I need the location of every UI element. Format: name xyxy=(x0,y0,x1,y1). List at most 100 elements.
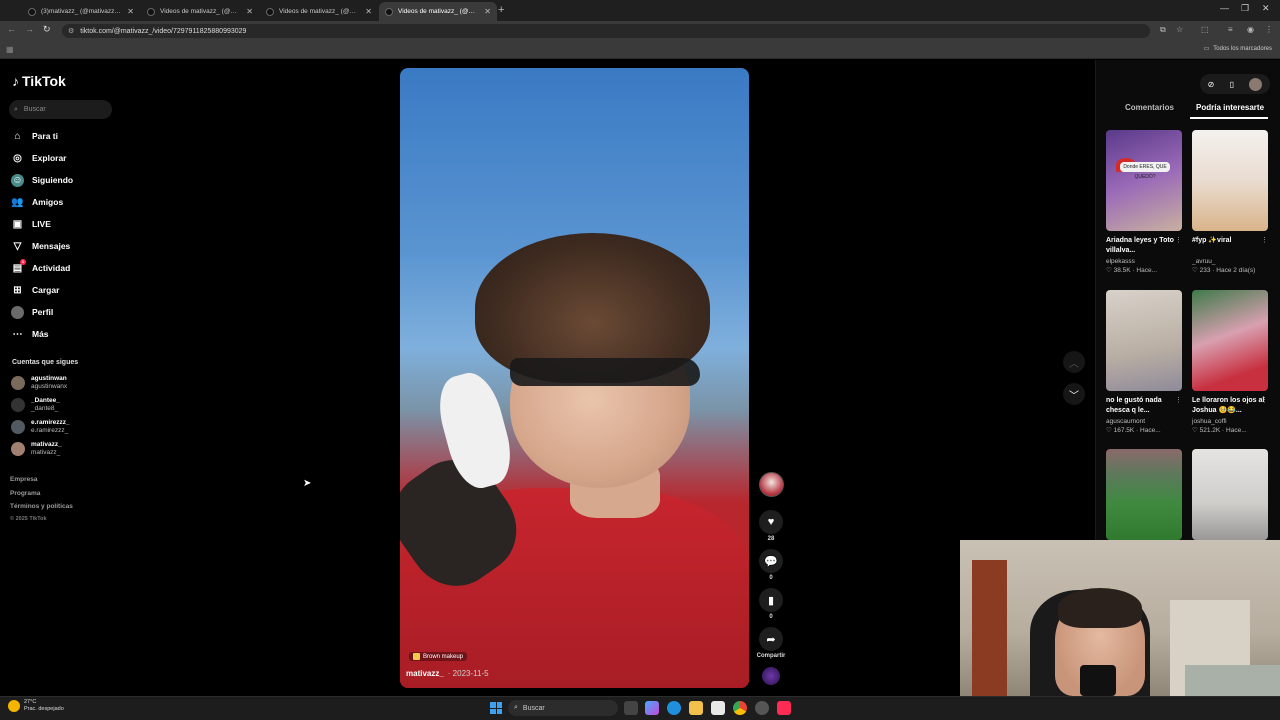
tab-comentarios[interactable]: Comentarios xyxy=(1125,103,1174,112)
tab-podria-interesarte[interactable]: Podría interesarte xyxy=(1196,103,1264,112)
nav-item-cargar[interactable]: ⊞ Cargar xyxy=(11,283,59,297)
creator-avatar[interactable] xyxy=(759,472,784,497)
weather-widget[interactable]: 27°C Prac. despejado xyxy=(8,699,64,713)
footer-link-terminos[interactable]: Términos y políticas xyxy=(10,503,73,510)
store-icon[interactable] xyxy=(711,701,725,715)
share-icon[interactable]: ➦ xyxy=(759,627,783,651)
recommended-video-card[interactable]: Le lloraron los ojos al Joshua 🥺😂... jos… xyxy=(1192,290,1268,434)
extensions-icon[interactable]: ⬚ xyxy=(1201,25,1209,34)
top-right-controls: ⊘ ▯ xyxy=(1200,74,1270,94)
card-user[interactable]: aguscaumont xyxy=(1106,418,1182,425)
task-view-icon[interactable] xyxy=(624,701,638,715)
search-input[interactable]: ⌕ Buscar xyxy=(9,100,112,119)
close-tab-icon[interactable]: ✕ xyxy=(365,7,372,16)
close-tab-icon[interactable]: ✕ xyxy=(246,7,253,16)
save-action[interactable]: ▮ 0 xyxy=(759,588,783,620)
app-icon[interactable] xyxy=(755,701,769,715)
following-account[interactable]: e.ramirezzz_ e.ramirezzz_ xyxy=(11,419,70,435)
card-user[interactable]: joshua_coffi xyxy=(1192,418,1268,425)
menu-dots-icon[interactable]: ⋮ xyxy=(1265,25,1273,34)
heart-icon[interactable]: ♥ xyxy=(759,510,783,534)
windows-start-icon[interactable] xyxy=(490,702,502,714)
nav-item-mensajes[interactable]: ▽ Mensajes xyxy=(11,239,71,253)
user-avatar[interactable] xyxy=(1249,77,1263,91)
following-account[interactable]: agustinwan agustinwanx xyxy=(11,375,67,391)
video-thumbnail[interactable]: Donde ERES, QUE QUEDÓ? xyxy=(1106,130,1182,231)
file-explorer-icon[interactable] xyxy=(689,701,703,715)
tiktok-app-icon[interactable] xyxy=(777,701,791,715)
following-account[interactable]: _Dantee_ _dante8_ xyxy=(11,397,60,413)
site-info-icon[interactable]: ⚙ xyxy=(68,27,74,35)
card-user[interactable]: _avruu_ xyxy=(1192,258,1268,265)
bookmark-star-icon[interactable]: ☆ xyxy=(1176,25,1183,34)
nav-item-amigos[interactable]: 👥 Amigos xyxy=(11,195,63,209)
recommended-video-card[interactable]: #fyp ✨viral _avruu_ ♡ 233 · Hace 2 día(s… xyxy=(1192,130,1268,274)
nav-item-live[interactable]: ▣ LIVE xyxy=(11,217,51,231)
video-author[interactable]: mativazz_ xyxy=(406,669,444,678)
video-thumbnail[interactable] xyxy=(1106,449,1182,540)
browser-tab-active[interactable]: Videos de mativazz_ (@mativaz ✕ xyxy=(379,2,497,21)
video-author-line[interactable]: mativazz_ · 2023-11-5 xyxy=(406,669,489,678)
install-app-icon[interactable]: ⧉ xyxy=(1160,25,1166,35)
nav-item-mas[interactable]: ⋯ Más xyxy=(11,327,49,341)
previous-video-button[interactable]: ︿ xyxy=(1063,351,1085,373)
nav-item-para-ti[interactable]: ⌂ Para ti xyxy=(11,129,58,143)
browser-tab[interactable]: Videos de mativazz_ (@mativaz ✕ xyxy=(260,2,378,21)
more-options-icon[interactable]: ⋮ xyxy=(1175,396,1182,404)
nav-item-explorar[interactable]: ◎ Explorar xyxy=(11,151,66,165)
forward-icon[interactable]: → xyxy=(25,24,34,34)
nav-item-siguiendo[interactable]: ☺ Siguiendo xyxy=(11,173,73,187)
apps-grid-icon[interactable]: ▦ xyxy=(6,45,14,54)
copilot-icon[interactable] xyxy=(645,701,659,715)
comment-icon[interactable]: 💬 xyxy=(759,549,783,573)
profile-icon[interactable]: ◉ xyxy=(1247,25,1254,34)
nav-item-actividad[interactable]: ▤ 1 Actividad xyxy=(11,258,70,275)
effect-tag[interactable]: Brown makeup xyxy=(409,652,468,661)
edge-icon[interactable] xyxy=(667,701,681,715)
recommended-video-card[interactable] xyxy=(1106,449,1182,540)
video-thumbnail[interactable] xyxy=(1192,449,1268,540)
chrome-icon[interactable] xyxy=(733,701,747,715)
all-bookmarks-label: Todos los marcadores xyxy=(1213,45,1272,52)
card-user[interactable]: elpekasss xyxy=(1106,258,1182,265)
taskbar-search-label: Buscar xyxy=(522,704,545,712)
video-player[interactable] xyxy=(400,68,749,688)
recommended-video-card[interactable]: no le gustó nada chesca q le... aguscaum… xyxy=(1106,290,1182,434)
all-bookmarks-button[interactable]: ▭ Todos los marcadores xyxy=(1204,45,1272,53)
more-options-icon[interactable]: ⋮ xyxy=(1175,236,1182,244)
reload-icon[interactable]: ↻ xyxy=(43,24,51,35)
nav-item-perfil[interactable]: Perfil xyxy=(11,305,53,319)
next-video-button[interactable]: ﹀ xyxy=(1063,383,1085,405)
close-tab-icon[interactable]: ✕ xyxy=(127,7,134,16)
footer-link-programa[interactable]: Programa xyxy=(10,490,40,497)
back-icon[interactable]: ← xyxy=(7,24,16,34)
bookmark-icon[interactable]: ▮ xyxy=(759,588,783,612)
tiktok-logo[interactable]: ♪ TikTok xyxy=(12,73,66,89)
tab-search-icon[interactable]: ≡ xyxy=(1228,25,1233,34)
video-thumbnail[interactable] xyxy=(1192,290,1268,391)
recommended-video-card[interactable] xyxy=(1192,449,1268,540)
like-action[interactable]: ♥ 28 xyxy=(759,510,783,542)
new-tab-button[interactable]: + xyxy=(498,4,504,16)
browser-tab[interactable]: (3)mativazz_ (@mativazz_) | Tik ✕ xyxy=(22,2,140,21)
taskbar-search[interactable]: ⌕ Buscar xyxy=(508,700,618,716)
close-tab-icon[interactable]: ✕ xyxy=(484,7,491,16)
close-window-icon[interactable]: ✕ xyxy=(1262,3,1270,14)
comment-action[interactable]: 💬 0 xyxy=(759,549,783,581)
compass-icon[interactable]: ⊘ xyxy=(1208,80,1215,89)
minimize-icon[interactable]: — xyxy=(1220,3,1229,13)
more-options-icon[interactable]: ⋮ xyxy=(1261,396,1268,404)
footer-link-empresa[interactable]: Empresa xyxy=(10,476,37,483)
recommended-video-card[interactable]: Donde ERES, QUE QUEDÓ? Ariadna leyes y T… xyxy=(1106,130,1182,274)
more-options-icon[interactable]: ⋮ xyxy=(1261,236,1268,244)
music-disc-icon[interactable] xyxy=(762,667,780,685)
following-account[interactable]: mativazz_ mativazz_ xyxy=(11,441,62,457)
share-action[interactable]: ➦ Compartir xyxy=(754,627,788,659)
device-icon[interactable]: ▯ xyxy=(1230,80,1234,89)
account-name: e.ramirezzz_ xyxy=(31,427,69,434)
video-thumbnail[interactable] xyxy=(1106,290,1182,391)
browser-tab[interactable]: Videos de mativazz_ (@mativaz ✕ xyxy=(141,2,259,21)
url-field[interactable]: ⚙ tiktok.com/@mativazz_/video/72979118258… xyxy=(62,24,1150,38)
maximize-icon[interactable]: ❐ xyxy=(1241,3,1249,14)
video-thumbnail[interactable] xyxy=(1192,130,1268,231)
